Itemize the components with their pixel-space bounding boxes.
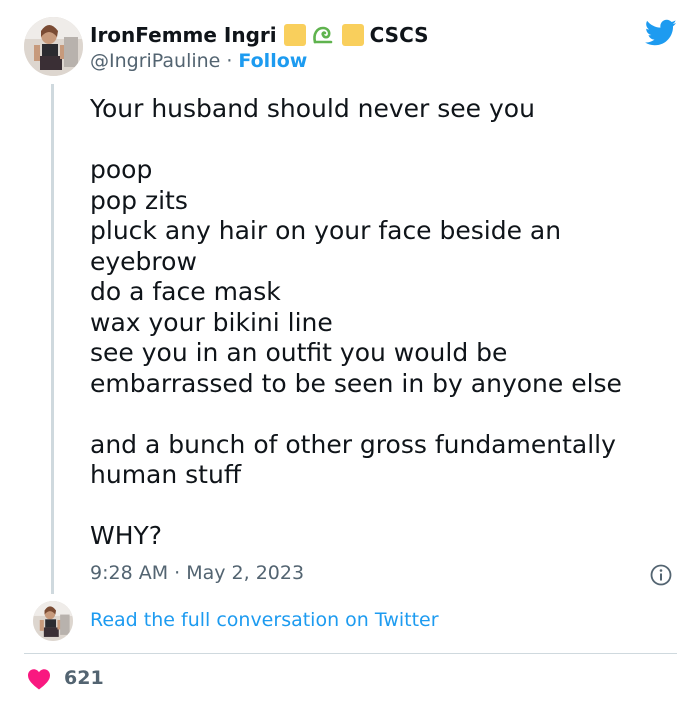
author-handle-row: @IngriPauline · Follow — [90, 50, 307, 72]
tweet-body-text: Your husband should never see you poop p… — [90, 94, 622, 550]
tweet-timestamp[interactable]: 9:28 AM · May 2, 2023 — [90, 562, 304, 584]
yellow-square-emoji-icon — [283, 24, 306, 46]
tweet-embed-card: IronFemme Ingri CSCS @IngriPauline · Fol… — [0, 0, 700, 705]
author-name-row[interactable]: IronFemme Ingri CSCS — [90, 22, 429, 48]
read-full-conversation-link[interactable]: Read the full conversation on Twitter — [90, 609, 439, 631]
conversation-avatar[interactable] — [33, 601, 73, 641]
flexed-arm-emoji-icon — [311, 24, 335, 46]
author-handle[interactable]: @IngriPauline — [90, 50, 220, 72]
yellow-square-emoji-icon — [341, 24, 364, 46]
info-icon[interactable] — [650, 564, 672, 586]
separator-dot: · — [226, 50, 233, 72]
thread-connector-line — [51, 84, 54, 594]
divider — [24, 653, 677, 654]
heart-icon[interactable] — [27, 668, 51, 690]
author-name-suffix: CSCS — [369, 23, 429, 47]
twitter-bird-icon[interactable] — [644, 19, 677, 47]
author-avatar[interactable] — [24, 17, 83, 76]
author-display-name[interactable]: IronFemme Ingri — [90, 23, 277, 47]
like-count: 621 — [64, 667, 104, 689]
follow-button[interactable]: Follow — [238, 50, 307, 72]
